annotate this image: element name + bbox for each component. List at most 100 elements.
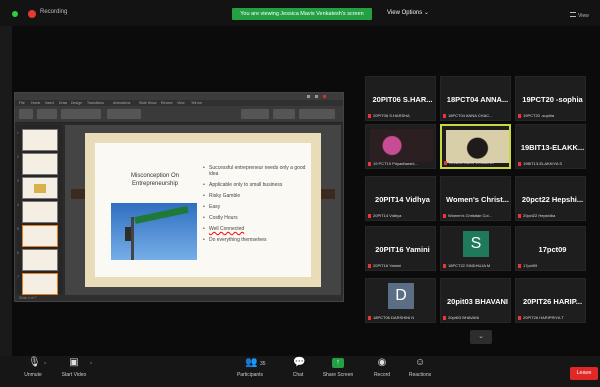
shapes-icon[interactable]	[241, 109, 269, 119]
participant-label: 20PIT06 S.HARSHA	[368, 113, 434, 118]
participant-tile[interactable]: 20PIT26 HARIP... 20PIT26 HARIPRIYA T	[515, 278, 586, 323]
participant-name: 20pit03 BHAVANI	[447, 297, 508, 306]
arrange-icon[interactable]	[273, 109, 295, 119]
start-video-label: Start Video	[61, 372, 87, 378]
participant-tile[interactable]: 20pct22 Hepshi... 20pct22 Hepshiba	[515, 176, 586, 221]
unmute-button[interactable]: 🎙 Unmute	[18, 358, 48, 379]
participant-tile[interactable]: 19BIT13-ELAKK... 19BIT13-ELAKKIYA S	[515, 124, 586, 169]
active-speaker-tile[interactable]: Jessica Mavis Venkatesh	[440, 124, 511, 169]
status-bar: Slide 4 of 7	[15, 295, 343, 301]
record-label: Record	[373, 372, 391, 378]
participant-tile[interactable]: S 18PCT22 SINDHUJA M	[440, 226, 511, 271]
meeting-toolbar: 🎙 Unmute ^ ▣ Start Video ^ 👥 Participant…	[0, 356, 600, 387]
participant-tile[interactable]: D 18PCT06 DARSHINI N	[365, 278, 436, 323]
participant-label: 19PCT20 -sophia	[518, 113, 584, 118]
chevron-down-icon[interactable]: ⌄	[470, 330, 492, 344]
avatar: D	[388, 283, 414, 309]
current-slide[interactable]: Misconception On Entrepreneurship Succes…	[85, 133, 321, 287]
shared-screen: File Home Insert Draw Design Transitions…	[14, 92, 344, 302]
participant-label: 18PCT04 ANNA CHAC...	[443, 113, 509, 118]
reactions-label: Reactions	[408, 372, 432, 378]
smiley-icon: ☺	[415, 357, 426, 368]
chat-button[interactable]: 💬 Chat	[286, 357, 310, 379]
font-controls[interactable]	[61, 109, 101, 119]
close-icon[interactable]	[323, 95, 326, 98]
ribbon-tab[interactable]: Draw	[59, 101, 67, 105]
status-text: Slide 4 of 7	[19, 296, 37, 300]
ribbon-tab[interactable]: Tell me	[191, 101, 202, 105]
thumb-number: 6	[17, 251, 19, 255]
start-video-button[interactable]: ▣ Start Video	[56, 357, 92, 379]
ribbon-tab[interactable]: Slide Show	[139, 101, 157, 105]
participant-label: 20PIT26 HARIPRIYA T	[518, 315, 584, 320]
slide-decoration	[321, 189, 335, 199]
slide-thumbnail[interactable]	[22, 225, 58, 247]
paste-icon[interactable]	[19, 109, 33, 119]
reactions-button[interactable]: ☺ Reactions	[404, 357, 436, 379]
viewing-screen-banner: You are viewing Jessica Mavis Venkatesh'…	[232, 8, 372, 20]
chevron-up-icon[interactable]: ^	[44, 362, 46, 368]
slide-tools-icon[interactable]	[37, 109, 57, 119]
record-button[interactable]: ◉ Record	[368, 358, 396, 379]
participant-label: Women's Christian Col...	[443, 213, 509, 218]
participants-label: Participants	[236, 372, 264, 378]
participant-name: Women's Christ...	[446, 195, 509, 204]
participants-count: 35	[260, 361, 266, 367]
participant-label: 19 PCT19 Priyadharshi...	[368, 161, 434, 166]
speech-bubble-icon: 💬	[293, 357, 306, 368]
meeting-top-bar: Recording You are viewing Jessica Mavis …	[0, 0, 600, 26]
participant-tile[interactable]: 19PCT20 -sophia 19PCT20 -sophia	[515, 76, 586, 121]
view-grid-icon	[570, 12, 576, 17]
participant-label: Jessica Mavis Venkatesh	[444, 160, 510, 165]
participant-name: 20PIT14 Vidhya	[375, 195, 430, 204]
bullet-item: Costly Hours	[203, 215, 307, 221]
thumb-number: 3	[17, 179, 19, 183]
view-options-button[interactable]: View Options ⌄	[387, 9, 429, 16]
ribbon-tab[interactable]: Review	[161, 101, 172, 105]
video-off-icon: ▣	[69, 357, 79, 368]
slide-thumbnail[interactable]	[22, 249, 58, 271]
participant-tile[interactable]: 19 PCT19 Priyadharshi...	[365, 124, 436, 169]
shield-icon[interactable]	[12, 11, 18, 17]
ribbon-tab[interactable]: Home	[31, 101, 40, 105]
slide-thumbnail[interactable]	[22, 273, 58, 295]
unmute-label: Unmute	[24, 372, 42, 378]
ribbon-tab[interactable]: Insert	[45, 101, 54, 105]
chevron-up-icon[interactable]: ^	[90, 362, 92, 368]
participant-label: 20pit03 BHAVANI	[443, 315, 509, 320]
participant-tile[interactable]: 20PIT06 S.HAR... 20PIT06 S.HARSHA	[365, 76, 436, 121]
participant-label: 20PIT16 Yamini	[368, 263, 434, 268]
participant-name: 18PCT04 ANNA...	[446, 95, 509, 104]
participant-label: 20PIT14 Vidhya	[368, 213, 434, 218]
ribbon-tab[interactable]: View	[177, 101, 185, 105]
participant-tile[interactable]: Women's Christ... Women's Christian Col.…	[440, 176, 511, 221]
paragraph-controls[interactable]	[107, 109, 141, 119]
minimize-icon[interactable]	[307, 95, 310, 98]
slide-thumbnail[interactable]	[22, 177, 58, 199]
slide-thumbnail[interactable]	[22, 129, 58, 151]
ribbon-tab[interactable]: Transitions	[87, 101, 104, 105]
slide-thumbnail[interactable]	[22, 153, 58, 175]
participant-tile[interactable]: 20pit03 BHAVANI 20pit03 BHAVANI	[440, 278, 511, 323]
slide-thumbnail[interactable]	[22, 201, 58, 223]
ribbon-tab[interactable]: File	[19, 101, 25, 105]
ribbon-tab[interactable]: Animations	[113, 101, 130, 105]
street-sign-photo	[111, 203, 197, 260]
participant-name: 17pct09	[538, 245, 567, 254]
participant-tile[interactable]: 20PIT14 Vidhya 20PIT14 Vidhya	[365, 176, 436, 221]
participant-tile[interactable]: 17pct09 17pct09	[515, 226, 586, 271]
share-screen-button[interactable]: ↑ Share Screen	[320, 358, 356, 378]
participant-name: 19BIT13-ELAKK...	[520, 143, 585, 152]
maximize-icon[interactable]	[315, 95, 318, 98]
thumb-number: 5	[17, 227, 19, 231]
participant-tile[interactable]: 20PIT16 Yamini 20PIT16 Yamini	[365, 226, 436, 271]
slide-thumbnails: 1 2 3 4 5 6 7	[17, 125, 62, 295]
participant-video	[446, 130, 509, 163]
participant-video	[370, 129, 433, 162]
ribbon-tab[interactable]: Design	[71, 101, 82, 105]
participant-label: 18PCT22 SINDHUJA M	[443, 263, 509, 268]
view-button[interactable]: View	[578, 13, 589, 19]
designer-icon[interactable]	[299, 109, 335, 119]
leave-button[interactable]: Leave	[570, 367, 598, 380]
participant-tile[interactable]: 18PCT04 ANNA... 18PCT04 ANNA CHAC...	[440, 76, 511, 121]
